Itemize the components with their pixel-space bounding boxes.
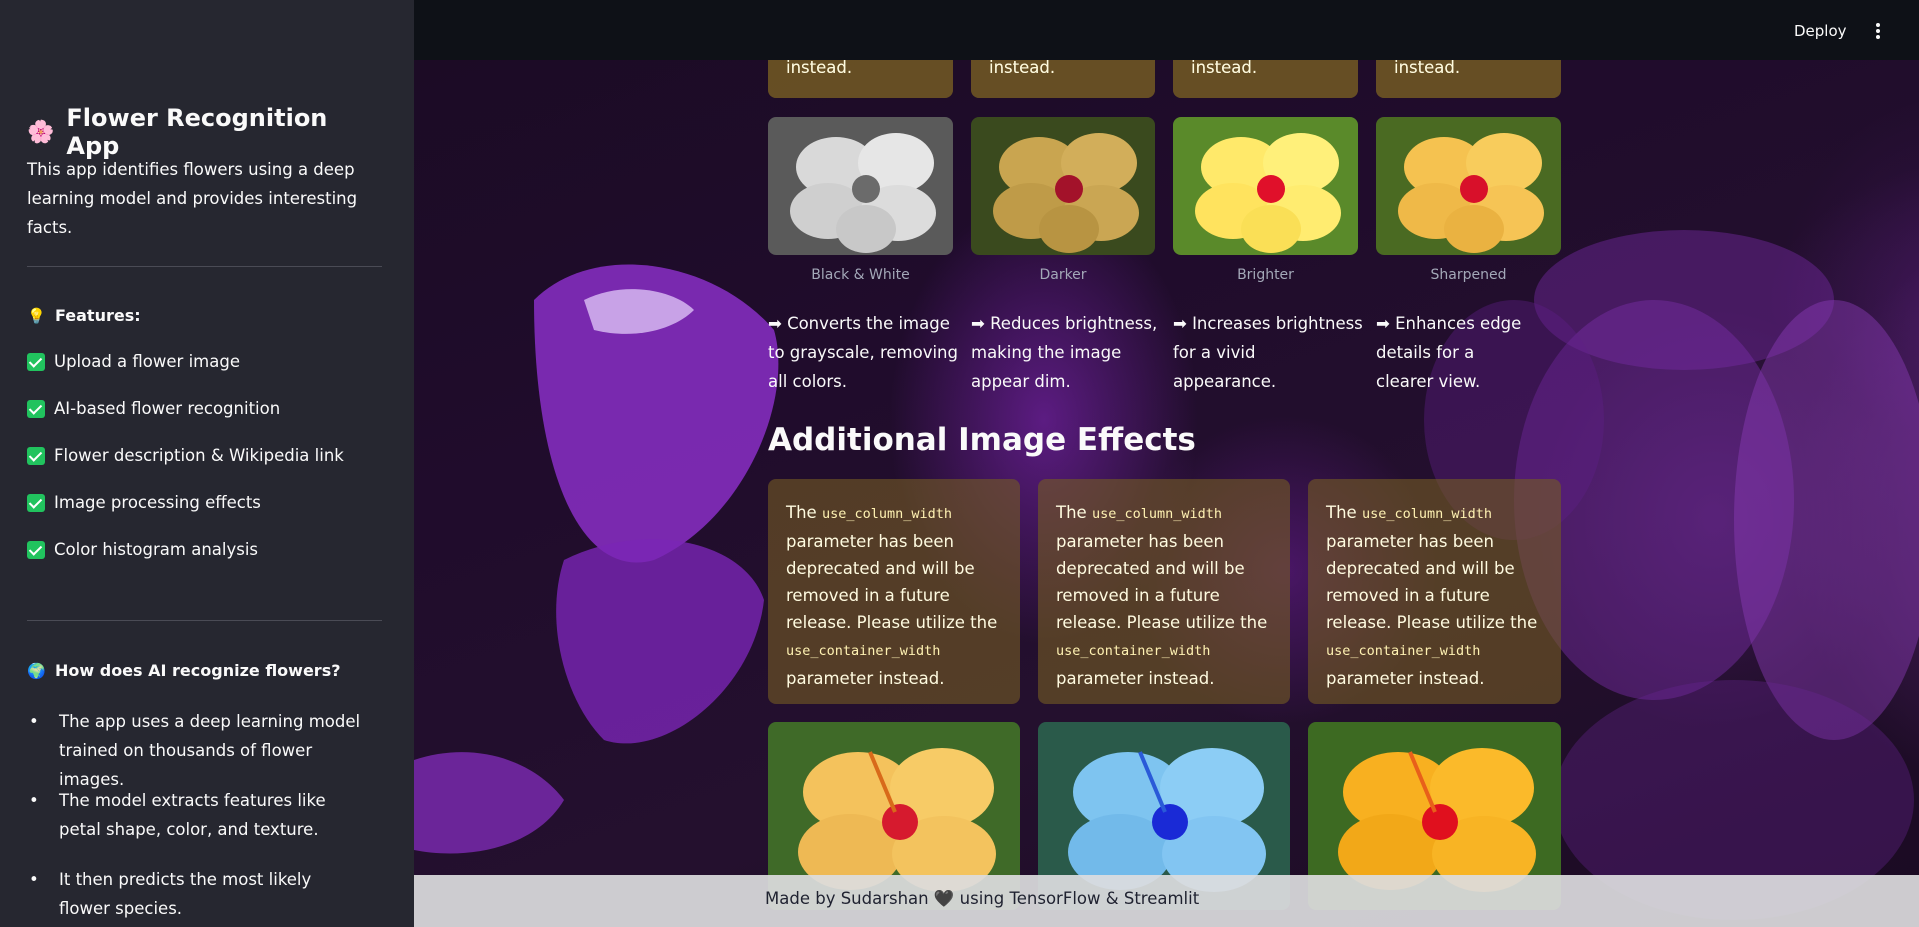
feature-item: Flower description & Wikipedia link bbox=[27, 446, 344, 465]
brighter-image bbox=[1173, 117, 1358, 255]
effect-description: ➡ Enhances edge details for a clearer vi… bbox=[1376, 314, 1522, 391]
cherry-blossom-icon: 🌸 bbox=[27, 119, 55, 145]
warning-box-bottom: instead. bbox=[1173, 59, 1358, 98]
footer-text: Made by Sudarshan 🖤 using TensorFlow & S… bbox=[765, 889, 1200, 908]
sidebar: 🌸 Flower Recognition App This app identi… bbox=[0, 0, 414, 927]
main-menu-icon[interactable] bbox=[1868, 20, 1888, 42]
globe-icon: 🌍 bbox=[27, 661, 46, 680]
sidebar-title-text: Flower Recognition App bbox=[66, 104, 328, 160]
feature-item: Upload a flower image bbox=[27, 352, 240, 371]
image-caption: Brighter bbox=[1237, 267, 1294, 283]
effect-description: ➡ Converts the image to grayscale, remov… bbox=[768, 314, 958, 391]
deprecation-warning: The use_column_width parameter has been … bbox=[1308, 479, 1561, 704]
bw-image bbox=[768, 117, 953, 255]
checkmark-icon bbox=[27, 352, 45, 371]
image-caption: Sharpened bbox=[1430, 267, 1507, 283]
deploy-button-label[interactable]: Deploy bbox=[1788, 18, 1853, 44]
warning-box-bottom: instead. bbox=[971, 59, 1155, 98]
effect-description: ➡ Increases brightness for a vivid appea… bbox=[1173, 314, 1363, 391]
effect-description: ➡ Reduces brightness, making the image a… bbox=[971, 314, 1158, 391]
checkmark-icon bbox=[27, 399, 45, 418]
sharpened-image bbox=[1376, 117, 1561, 255]
sidebar-description: This app identifies flowers using a deep… bbox=[27, 160, 358, 237]
warning-box-bottom: instead. bbox=[768, 59, 953, 98]
list-item: The app uses a deep learning model train… bbox=[27, 707, 367, 794]
image-caption: Darker bbox=[1039, 267, 1087, 283]
list-item: It then predicts the most likely flower … bbox=[27, 865, 367, 923]
divider bbox=[27, 620, 382, 621]
light-bulb-icon: 💡 bbox=[27, 306, 46, 325]
list-item: The model extracts features like petal s… bbox=[27, 786, 367, 844]
checkmark-icon bbox=[27, 446, 45, 465]
deprecation-warning: The use_column_width parameter has been … bbox=[1038, 479, 1290, 704]
features-heading: 💡 Features: bbox=[27, 306, 141, 325]
feature-item: Color histogram analysis bbox=[27, 540, 258, 559]
checkmark-icon bbox=[27, 493, 45, 512]
how-heading: 🌍 How does AI recognize flowers? bbox=[27, 661, 341, 680]
sidebar-title: 🌸 Flower Recognition App bbox=[27, 104, 382, 160]
deprecation-warning: The use_column_width parameter has been … bbox=[768, 479, 1020, 704]
header-bar bbox=[414, 0, 1919, 60]
feature-item: AI-based flower recognition bbox=[27, 399, 280, 418]
darker-image bbox=[971, 117, 1155, 255]
section-heading: Additional Image Effects bbox=[768, 422, 1196, 458]
divider bbox=[27, 266, 382, 267]
image-caption: Black & White bbox=[811, 267, 910, 283]
feature-item: Image processing effects bbox=[27, 493, 261, 512]
warning-box-bottom: instead. bbox=[1376, 59, 1561, 98]
checkmark-icon bbox=[27, 540, 45, 559]
